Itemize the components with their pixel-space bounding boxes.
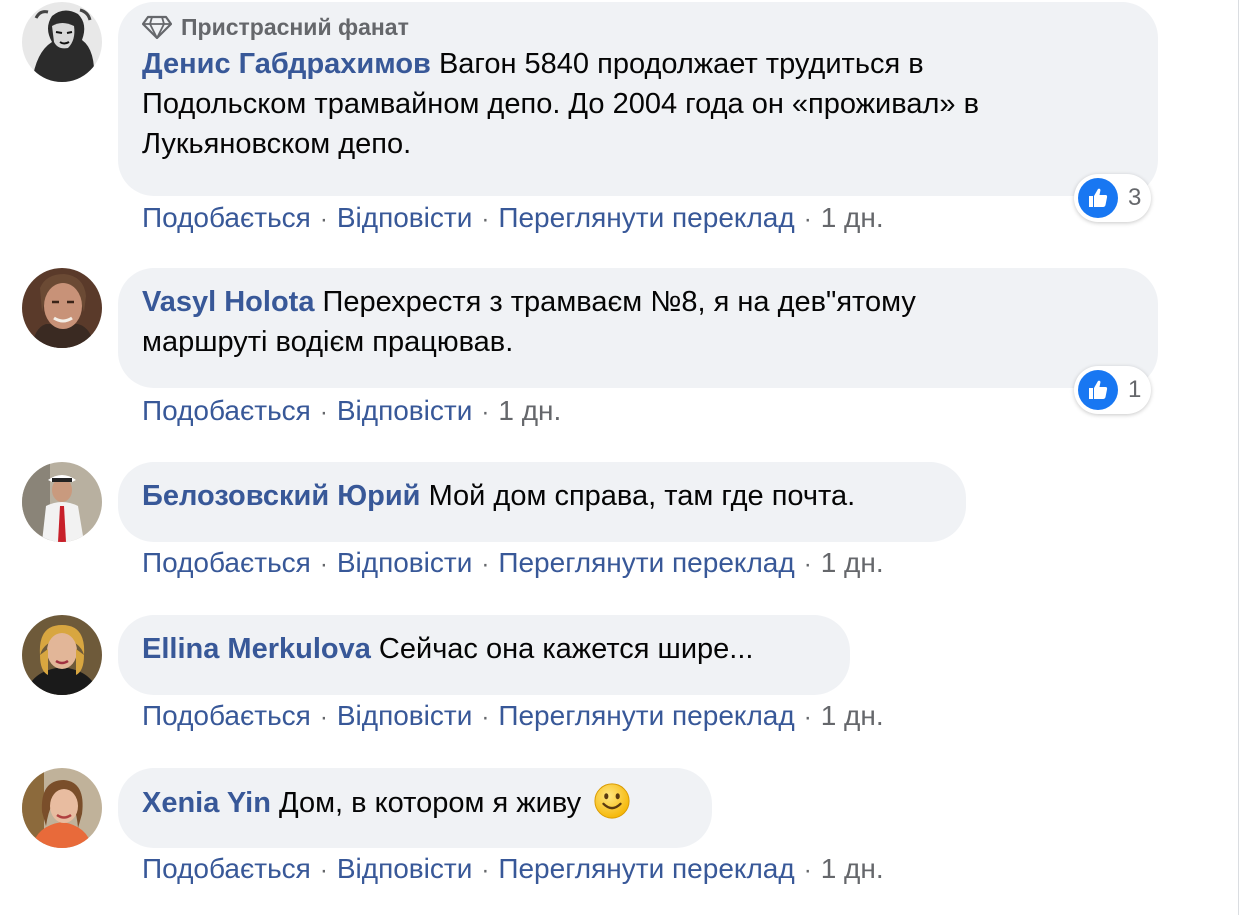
comment-bubble: Ellina Merkulova Сейчас она кажется шире… [118,615,850,695]
avatar-image [22,268,102,348]
comment-bubble: Xenia Yin Дом, в котором я живу [118,768,712,848]
see-translation-link[interactable]: Переглянути переклад [498,202,794,233]
avatar[interactable] [22,462,102,542]
like-link[interactable]: Подобається [142,395,311,426]
avatar[interactable] [22,2,102,82]
comment-time[interactable]: 1 дн. [821,547,884,578]
see-translation-link[interactable]: Переглянути переклад [498,547,794,578]
avatar-image [22,768,102,848]
reaction-count-value: 3 [1128,184,1142,211]
comment-actions: Подобається · Відповісти · 1 дн. [142,395,562,426]
comment-text-line: маршруті водієм працював. [142,326,514,358]
comment-time[interactable]: 1 дн. [821,853,884,884]
comment-time[interactable]: 1 дн. [498,395,561,426]
comment-bubble: Пристрасний фанат Денис Габдрахимов Ваго… [118,2,1158,196]
comment-text-line: Подольском трамвайном депо. До 2004 года… [142,88,979,120]
fan-badge[interactable]: Пристрасний фанат [142,12,1134,42]
comment-time[interactable]: 1 дн. [821,700,884,731]
reply-link[interactable]: Відповісти [337,202,473,233]
reaction-count[interactable]: 1 [1074,366,1152,414]
diamond-icon [142,15,172,39]
comment-text: Сейчас она кажется шире... [378,633,754,665]
avatar[interactable] [22,768,102,848]
comment-text: Дом, в котором я живу [279,787,582,819]
see-translation-link[interactable]: Переглянути переклад [498,853,794,884]
comment-author[interactable]: Денис Габдрахимов [142,48,431,80]
comment-author[interactable]: Xenia Yin [142,787,271,819]
like-link[interactable]: Подобається [142,700,311,731]
avatar[interactable] [22,268,102,348]
avatar-image [22,615,102,695]
comment-bubble: Vasyl Holota Перехрестя з трамваєм №8, я… [118,268,1158,388]
comment-bubble: Белозовский Юрий Мой дом справа, там где… [118,462,966,542]
comment-text: Вагон 5840 продолжает трудиться в [438,48,924,80]
smiley-emoji-icon [593,782,631,831]
comment-text-line: Лукьяновском депо. [142,128,412,160]
reply-link[interactable]: Відповісти [337,700,473,731]
avatar[interactable] [22,615,102,695]
like-link[interactable]: Подобається [142,202,311,233]
like-link[interactable]: Подобається [142,547,311,578]
comment-author[interactable]: Vasyl Holota [142,286,314,318]
comment-author[interactable]: Ellina Merkulova [142,633,371,665]
comment-author[interactable]: Белозовский Юрий [142,480,421,512]
fan-badge-label: Пристрасний фанат [181,14,409,40]
like-reaction-icon [1078,370,1118,410]
page-border [1238,0,1239,915]
comment-actions: Подобається · Відповісти · Переглянути перек… [142,202,884,233]
comment-text: Перехрестя з трамваєм №8, я на дев"ятому [322,286,916,318]
avatar-image [22,462,102,542]
comment-actions: Подобається · Відповісти · Переглянути перек… [142,853,884,884]
like-reaction-icon [1078,178,1118,218]
comment-text: Мой дом справа, там где почта. [428,480,856,512]
like-link[interactable]: Подобається [142,853,311,884]
reaction-count-value: 1 [1128,376,1142,403]
comment-time[interactable]: 1 дн. [821,202,884,233]
reaction-count[interactable]: 3 [1074,174,1152,222]
reply-link[interactable]: Відповісти [337,853,473,884]
reply-link[interactable]: Відповісти [337,395,473,426]
comment-actions: Подобається · Відповісти · Переглянути перек… [142,547,884,578]
see-translation-link[interactable]: Переглянути переклад [498,700,794,731]
avatar-image [22,2,102,82]
comment-actions: Подобається · Відповісти · Переглянути перек… [142,700,884,731]
reply-link[interactable]: Відповісти [337,547,473,578]
